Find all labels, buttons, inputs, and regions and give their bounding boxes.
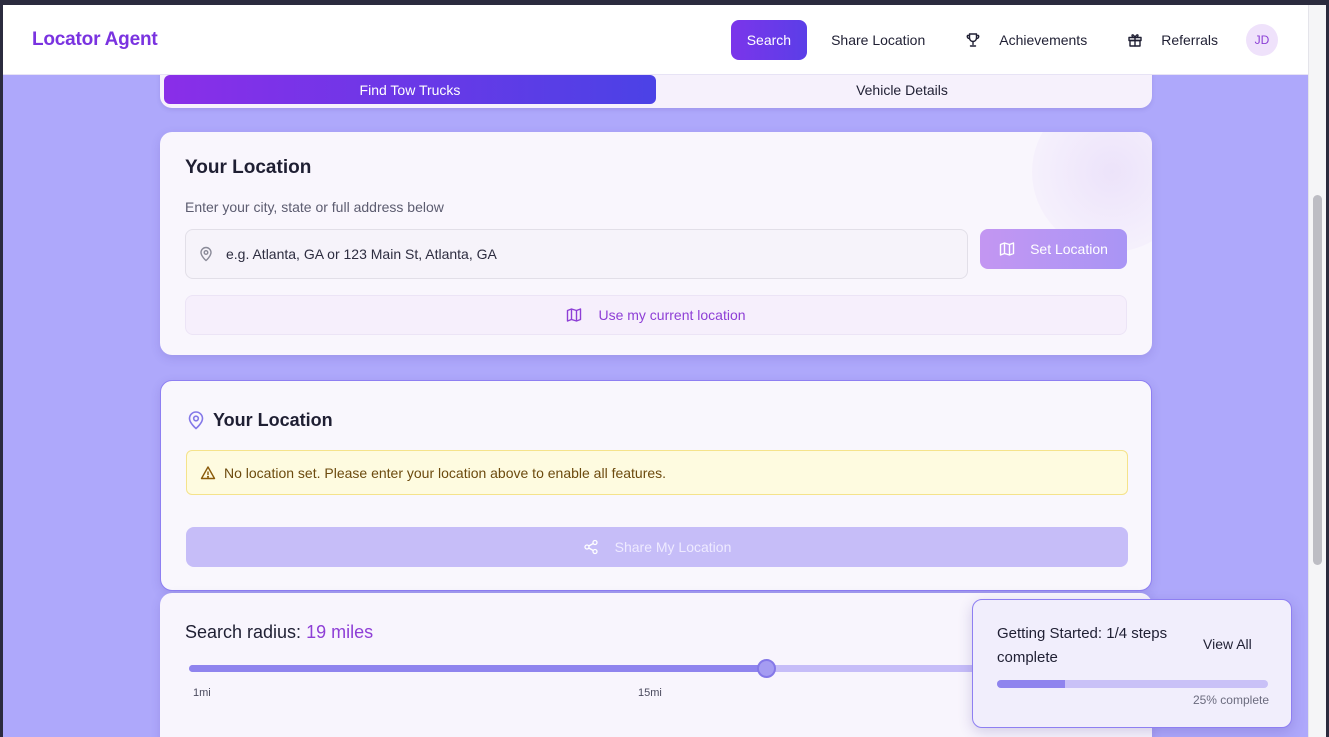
view-all-button[interactable]: View All [1203, 636, 1252, 652]
app-logo[interactable]: Locator Agent [32, 29, 158, 51]
tab-vehicle-details[interactable]: Vehicle Details [656, 75, 1148, 104]
share-icon [583, 539, 599, 555]
nav-referrals[interactable]: Referrals [1111, 20, 1234, 60]
nav-search-label: Search [746, 32, 792, 48]
main-nav: Search Share Location Achievements Refer… [723, 20, 1278, 60]
page-viewport: Locator Agent Search Share Location Achi… [3, 5, 1326, 737]
getting-started-progress-fill [997, 680, 1065, 688]
map-pin-icon [187, 410, 205, 430]
tab-find-tow-trucks[interactable]: Find Tow Trucks [164, 75, 656, 104]
page-scrollbar[interactable] [1308, 5, 1326, 737]
use-current-location-label: Use my current location [598, 307, 746, 323]
warning-text: No location set. Please enter your locat… [224, 464, 667, 481]
warning-triangle-icon [200, 465, 216, 481]
nav-share-location[interactable]: Share Location [815, 20, 941, 60]
map-pin-icon [198, 246, 214, 262]
scrollbar-thumb[interactable] [1313, 195, 1322, 565]
getting-started-panel: Getting Started: 1/4 steps complete View… [972, 599, 1292, 728]
gift-icon [1127, 32, 1143, 48]
top-header: Locator Agent Search Share Location Achi… [3, 5, 1308, 75]
share-my-location-label: Share My Location [614, 539, 732, 555]
radius-tick-min: 1mi [193, 687, 211, 699]
location-card-title: Your Location [185, 157, 312, 178]
search-radius-label: Search radius: 19 miles [185, 622, 373, 643]
location-input[interactable] [226, 230, 956, 278]
getting-started-progress-text: 25% complete [1192, 693, 1269, 707]
no-location-warning: No location set. Please enter your locat… [186, 450, 1128, 495]
nav-share-location-label: Share Location [831, 32, 926, 48]
trophy-icon [965, 32, 981, 48]
getting-started-progress-bar [997, 680, 1268, 688]
set-location-button[interactable]: Set Location [980, 229, 1127, 269]
set-location-label: Set Location [1030, 241, 1108, 257]
user-avatar[interactable]: JD [1246, 24, 1278, 56]
radius-slider-fill [189, 665, 768, 672]
nav-achievements[interactable]: Achievements [949, 20, 1103, 60]
radius-slider-thumb[interactable] [757, 659, 777, 678]
share-my-location-button[interactable]: Share My Location [186, 527, 1128, 567]
use-current-location-button[interactable]: Use my current location [185, 295, 1127, 335]
radius-tick-mid: 15mi [638, 687, 662, 699]
location-status-card: Your Location No location set. Please en… [160, 380, 1152, 591]
location-input-card: Your Location Enter your city, state or … [160, 132, 1152, 355]
getting-started-title: Getting Started: 1/4 steps complete [997, 625, 1168, 666]
location-input-wrapper [185, 229, 968, 279]
browser-frame: Locator Agent Search Share Location Achi… [0, 0, 1329, 737]
map-icon [566, 307, 582, 323]
search-radius-text: Search radius: [185, 622, 302, 642]
map-icon [999, 241, 1015, 257]
nav-search[interactable]: Search [730, 20, 808, 60]
location-card-subtitle: Enter your city, state or full address b… [185, 199, 444, 215]
nav-referrals-label: Referrals [1161, 32, 1218, 48]
search-radius-value: 19 miles [306, 622, 374, 642]
nav-achievements-label: Achievements [999, 32, 1088, 48]
status-card-title: Your Location [213, 410, 333, 430]
